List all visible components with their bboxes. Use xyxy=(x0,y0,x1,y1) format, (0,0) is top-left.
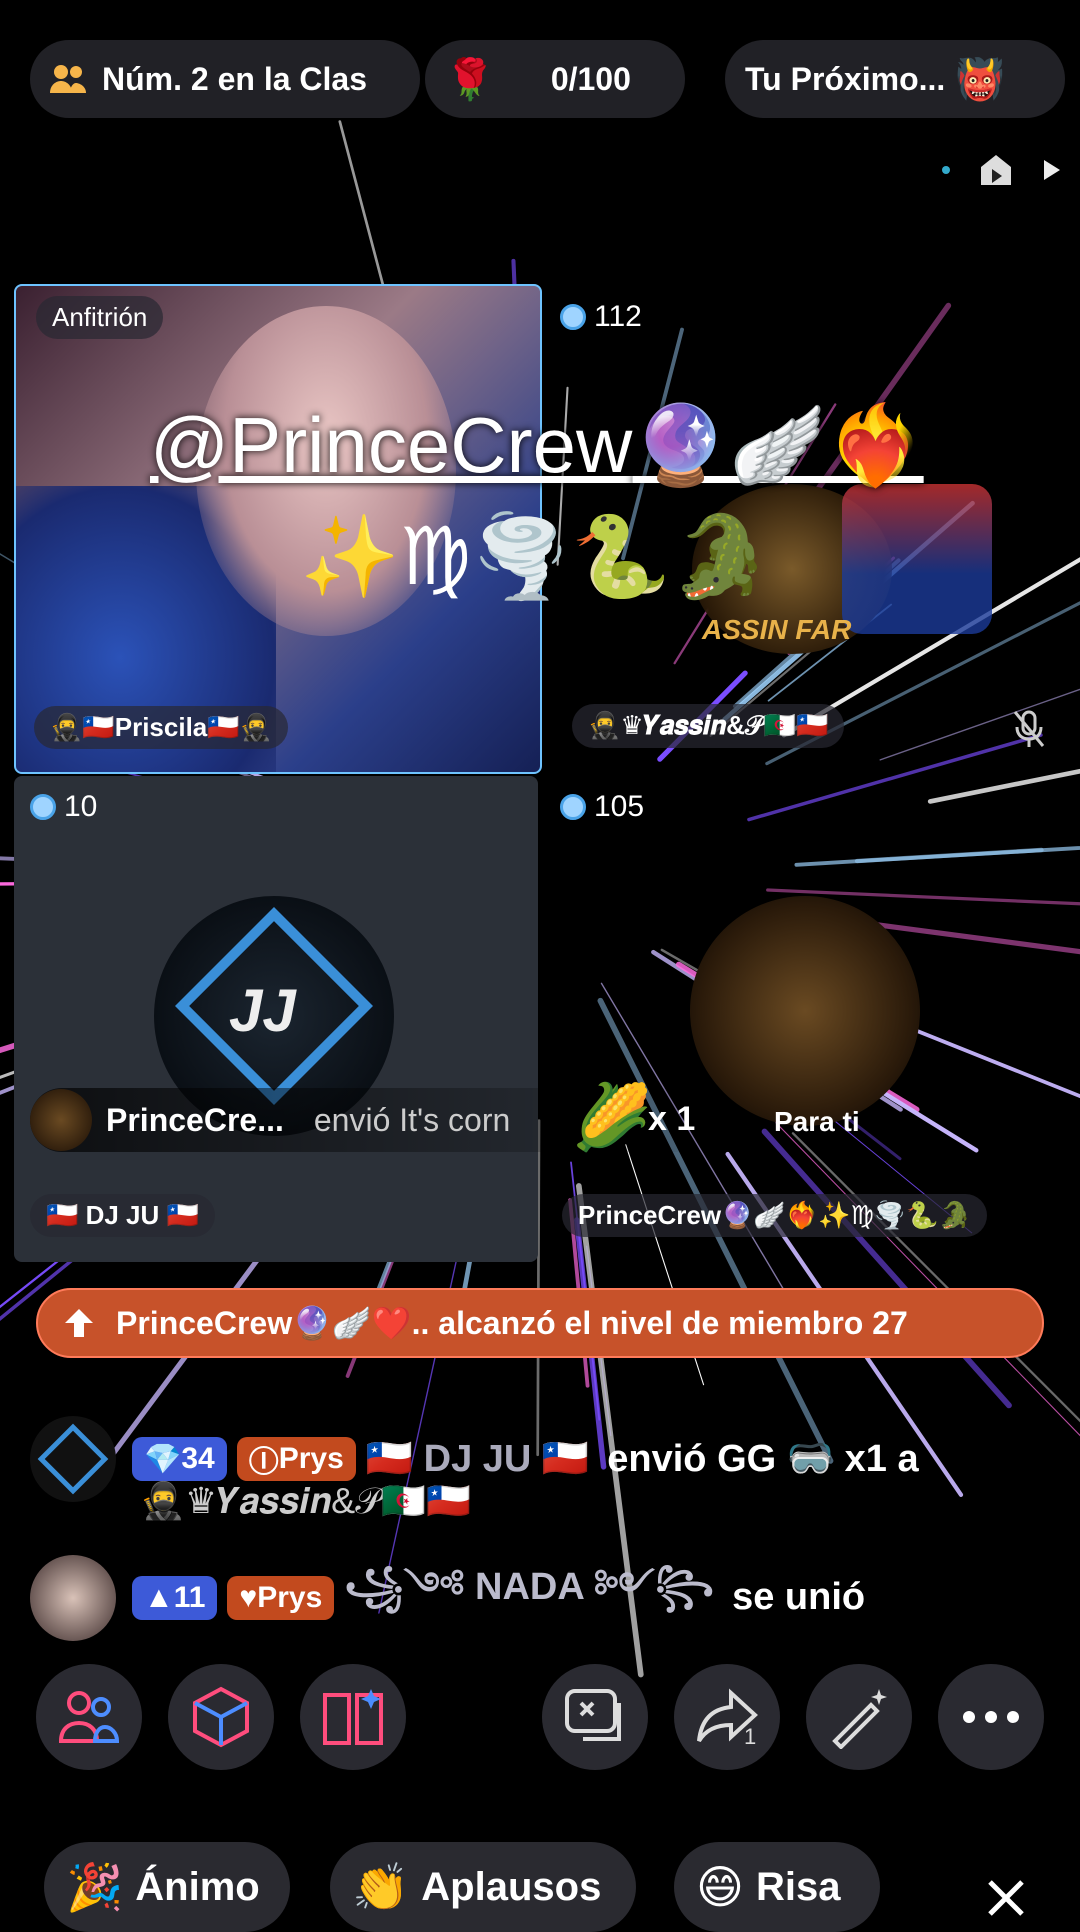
close-icon[interactable] xyxy=(986,1878,1026,1918)
chat-text: se unió xyxy=(732,1576,866,1618)
guest2-video-cell[interactable]: 10 JJ 🇨🇱 DJ JU 🇨🇱 xyxy=(14,776,538,1262)
diamond-icon xyxy=(560,304,586,330)
progress-text: 0/100 xyxy=(550,60,631,97)
magic-wand-icon xyxy=(832,1689,887,1749)
mention-emojis: 🔮🪽❤️‍🔥 xyxy=(632,401,924,489)
book-icon xyxy=(323,1689,383,1745)
gift-sender: PrinceCre... xyxy=(106,1101,284,1138)
diamond-icon xyxy=(560,794,586,820)
chat-user: 🇨🇱 DJ JU 🇨🇱 xyxy=(365,1438,590,1480)
guest2-name: 🇨🇱 DJ JU 🇨🇱 xyxy=(30,1194,215,1237)
chat-row-2: ▲ 11 ♥ Prys ꧁༺ NADA ༻꧂ se unió xyxy=(30,1544,865,1651)
fan-badge: ♥ Prys xyxy=(227,1575,335,1620)
guest3-video-cell[interactable]: 105 PrinceCrew🔮🪽❤️‍🔥✨♍🌪️🐍🐊 xyxy=(542,776,1066,1262)
party-popper-icon: 🎉 xyxy=(66,1860,124,1913)
rank-text: Núm. 2 en la Clas xyxy=(102,60,367,97)
chat-button[interactable] xyxy=(542,1664,648,1770)
more-dots-icon xyxy=(963,1711,1019,1723)
progress-pill[interactable]: 🌹 0/100 xyxy=(425,40,685,118)
cube-icon xyxy=(193,1686,249,1748)
next-goal-pill[interactable]: Tu Próximo... 👹 xyxy=(725,40,1065,118)
flag-p-logo xyxy=(842,484,992,634)
laugh-button[interactable]: 😄 Risa xyxy=(674,1842,880,1932)
chat-text: envió GG 🥽 x1 a xyxy=(607,1438,919,1480)
host-name: 🥷🇨🇱Priscila🇨🇱🥷 xyxy=(34,706,289,749)
guest1-score: 112 xyxy=(560,300,642,334)
gift-sender-avatar xyxy=(30,1089,92,1151)
guest2-score: 10 xyxy=(30,790,97,824)
guest2-score-value: 10 xyxy=(64,790,98,823)
guest3-avatar xyxy=(690,896,920,1126)
live-dot-icon xyxy=(942,166,950,174)
banner-text: PrinceCrew🔮🪽❤️.. alcanzó el nivel de mie… xyxy=(116,1305,908,1341)
guest3-score-value: 105 xyxy=(594,790,645,823)
box-button[interactable] xyxy=(168,1664,274,1770)
chat-row-1-line2: 🥷♛𝒀𝒂𝒔𝒔𝒊𝒏&𝒫🇩🇿🇨🇱 xyxy=(140,1480,471,1521)
diamond-icon xyxy=(30,794,56,820)
gift-target: Para ti xyxy=(774,1106,860,1137)
message-icon xyxy=(565,1689,621,1741)
home-play-icon[interactable] xyxy=(978,152,1014,188)
book-button[interactable] xyxy=(300,1664,406,1770)
guests-button[interactable] xyxy=(36,1664,142,1770)
level-value: 34 xyxy=(181,1442,215,1475)
more-button[interactable] xyxy=(938,1664,1044,1770)
cheer-button[interactable]: 🎉 Ánimo xyxy=(44,1842,290,1932)
share-button[interactable]: 1 xyxy=(674,1664,780,1770)
level-badge: ▲ 11 xyxy=(132,1575,218,1620)
mic-muted-icon xyxy=(1013,710,1045,747)
chat-avatar-2[interactable] xyxy=(30,1554,116,1641)
laugh-label: Risa xyxy=(755,1864,841,1909)
guest2-logo-text: JJ xyxy=(229,977,296,1044)
guest1-score-value: 112 xyxy=(594,300,642,333)
gift-action: envió It's corn xyxy=(313,1101,511,1138)
clap-icon: 👏 xyxy=(352,1860,410,1913)
guest3-score: 105 xyxy=(560,790,644,824)
level-value: 11 xyxy=(173,1580,206,1614)
cheer-label: Ánimo xyxy=(135,1864,260,1909)
rank-pill[interactable]: Núm. 2 en la Clas xyxy=(30,40,420,118)
mention-overlay: @PrinceCrew🔮🪽❤️‍🔥 xyxy=(150,400,924,492)
applause-button[interactable]: 👏 Aplausos xyxy=(330,1842,636,1932)
avatar-diamond-icon xyxy=(37,1423,109,1495)
guest1-name: 🥷♛𝒀𝒂𝒔𝒔𝒊𝒏&𝒫🇩🇿🇨🇱 xyxy=(572,704,845,748)
level-badge: 💎 34 xyxy=(132,1437,227,1481)
chat-user: ꧁༺ NADA ༻꧂ xyxy=(344,1566,715,1608)
effects-button[interactable] xyxy=(806,1664,912,1770)
fan-tag: Prys xyxy=(257,1580,323,1614)
corn-gift-icon: 🌽 xyxy=(572,1081,652,1153)
mini-controls xyxy=(942,150,1062,190)
level-banner: PrinceCrew🔮🪽❤️.. alcanzó el nivel de mie… xyxy=(36,1288,1044,1358)
chat-avatar-1[interactable] xyxy=(30,1416,116,1502)
fan-badge: Ⓘ Prys xyxy=(236,1437,356,1481)
play-icon[interactable] xyxy=(1042,158,1062,182)
arrow-up-icon xyxy=(65,1309,93,1337)
avatar-icon: 👹 xyxy=(955,57,1006,102)
applause-label: Aplausos xyxy=(421,1864,602,1909)
host-tag: Anfitrión xyxy=(36,296,164,339)
users-icon xyxy=(58,1691,120,1743)
share-count: 1 xyxy=(744,1724,757,1749)
guest3-name: PrinceCrew🔮🪽❤️‍🔥✨♍🌪️🐍🐊 xyxy=(562,1194,987,1237)
top-bar: Núm. 2 en la Clas 🌹 0/100 Tu Próximo... … xyxy=(0,40,1080,118)
gift-count: x 1 xyxy=(648,1100,696,1138)
guest1-logo-text: ASSIN FAR xyxy=(702,614,852,645)
users-icon xyxy=(50,65,86,93)
fan-tag: Prys xyxy=(278,1442,344,1475)
rose-icon: 🌹 xyxy=(445,57,495,102)
next-text: Tu Próximo... xyxy=(745,60,946,97)
laugh-icon: 😄 xyxy=(696,1861,744,1913)
mention-handle: @PrinceCrew xyxy=(150,401,633,489)
mention-emoji-line: ✨♍🌪️🐍🐊 xyxy=(300,512,771,601)
